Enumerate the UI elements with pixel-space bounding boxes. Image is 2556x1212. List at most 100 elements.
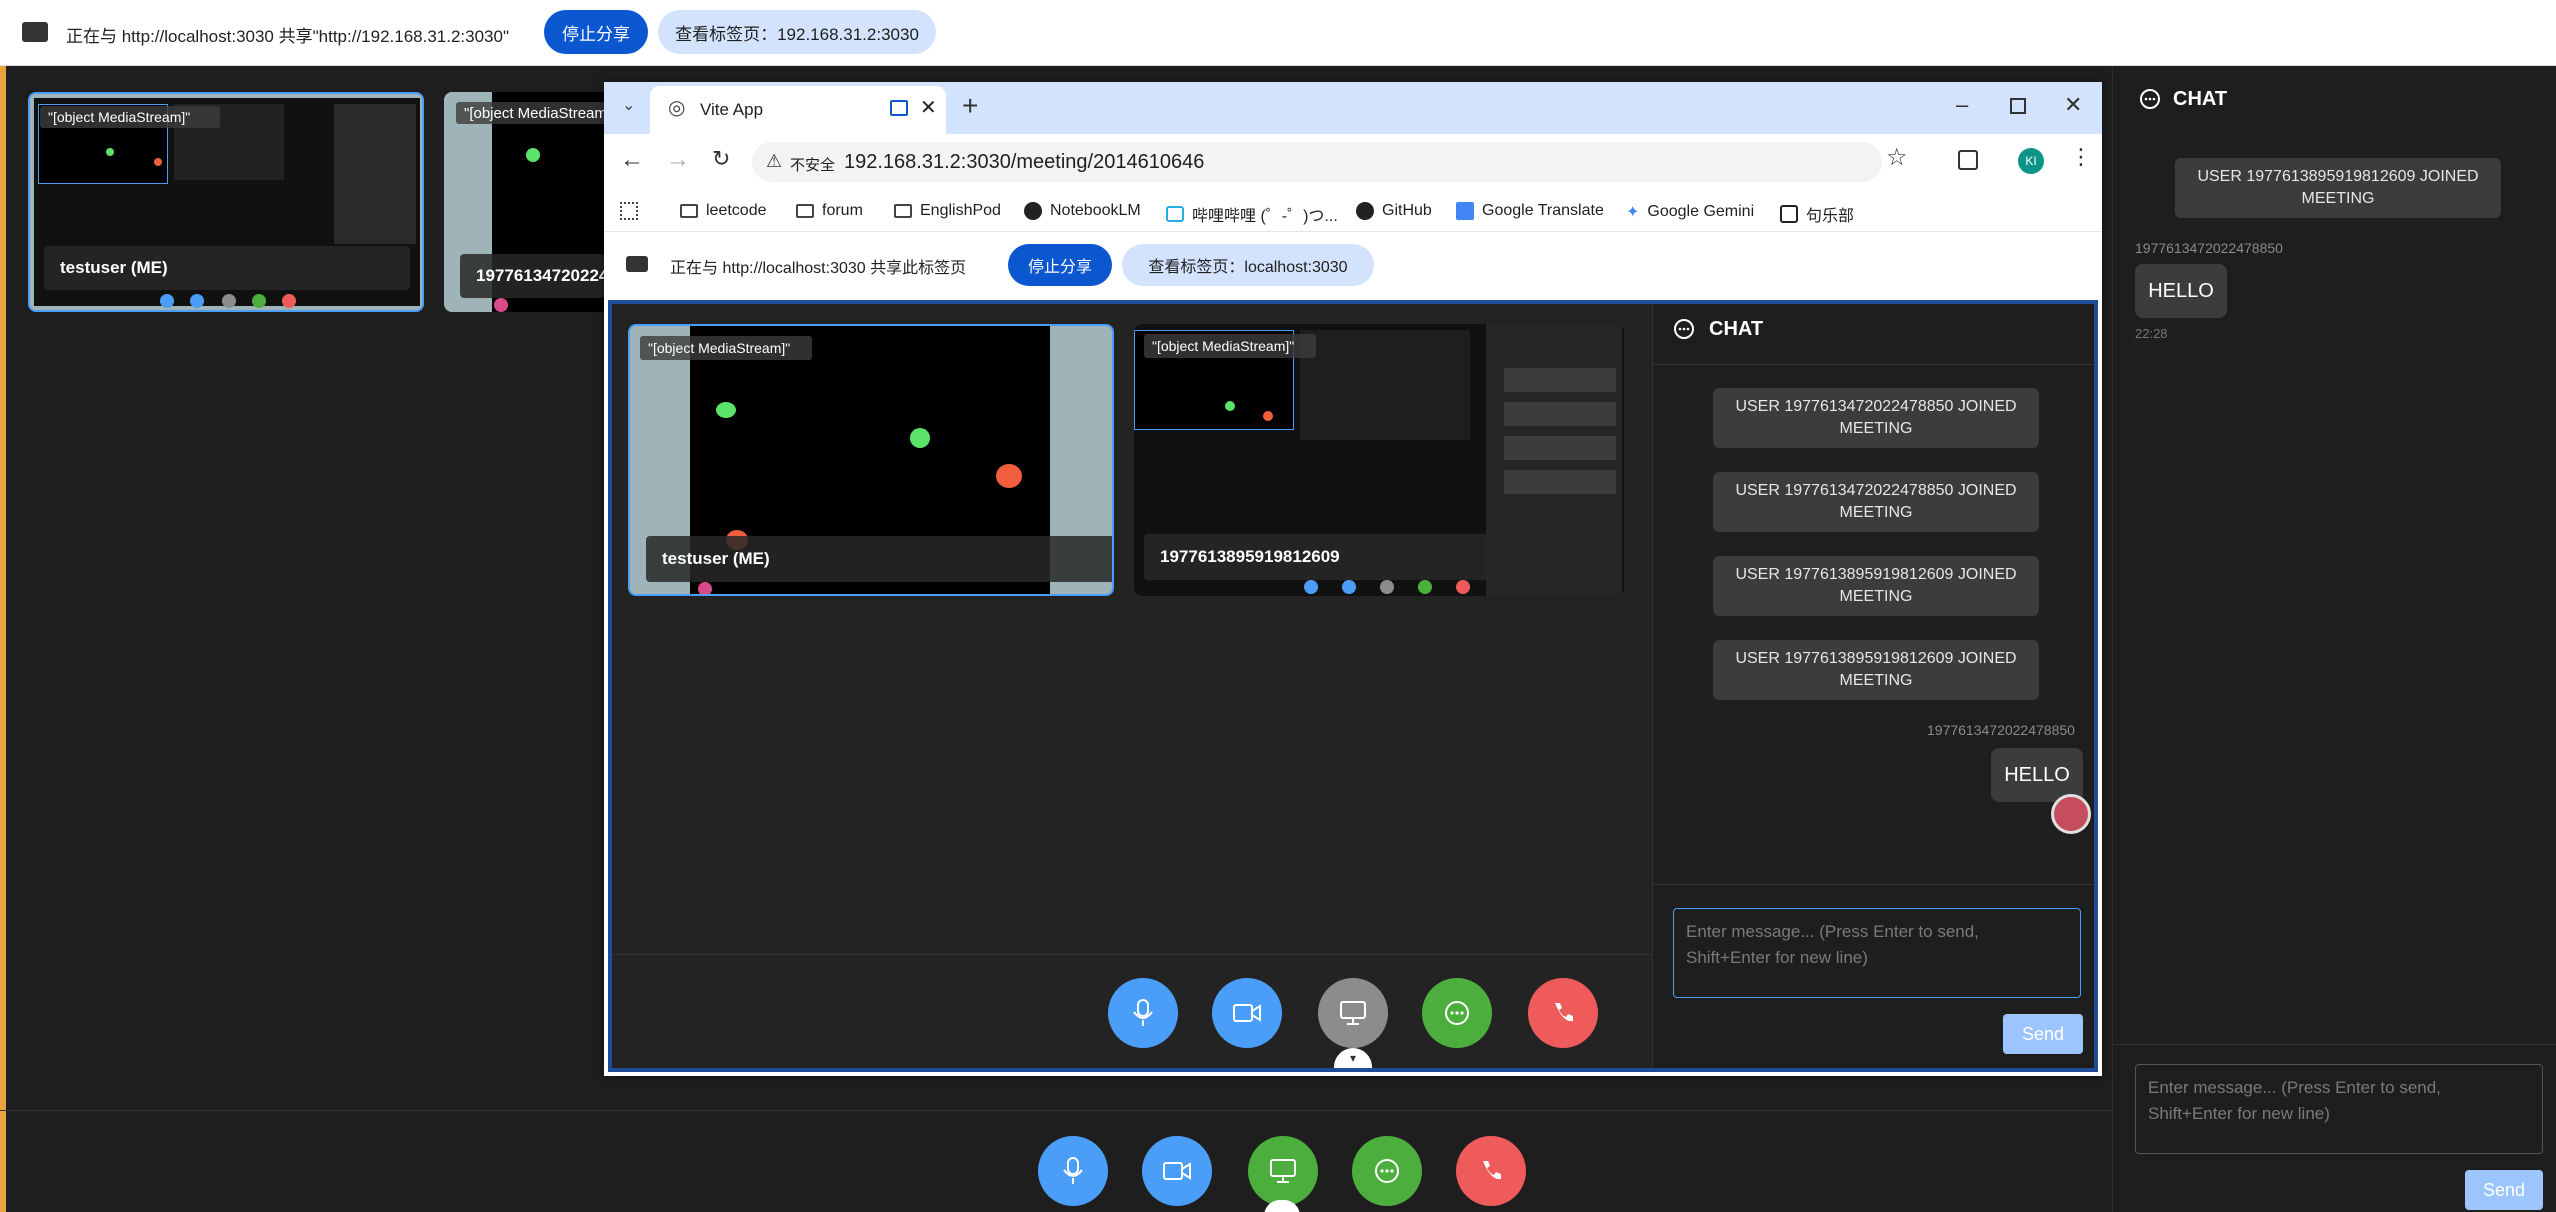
screen-share-button[interactable] bbox=[1318, 978, 1388, 1048]
browser-window: ⌄ ◎ Vite App ✕ + – ✕ ← → ↻ ☆ KI ⋮ ⚠ 不安全 … bbox=[604, 82, 2102, 1076]
media-stream-label: "[object MediaStream]" bbox=[1144, 334, 1316, 358]
microphone-icon bbox=[1133, 999, 1153, 1026]
chat-message-input[interactable]: Enter message... (Press Enter to send, S… bbox=[2135, 1064, 2543, 1154]
chat-icon bbox=[2140, 89, 2160, 109]
system-message: USER 1977613472022478850 JOINED MEETING bbox=[1713, 472, 2039, 532]
chat-title: CHAT bbox=[1709, 318, 1764, 340]
system-message: USER 1977613895919812609 JOINED MEETING bbox=[2175, 158, 2501, 218]
message-sender: 1977613472022478850 bbox=[2135, 240, 2283, 256]
close-tab-icon[interactable]: ✕ bbox=[920, 98, 937, 118]
github-icon bbox=[1356, 202, 1374, 220]
folder-icon bbox=[796, 204, 814, 218]
bookmark-bilibili[interactable]: 哔哩哔哩 (゜-゜)つ... bbox=[1166, 202, 1338, 226]
chat-icon bbox=[1674, 319, 1694, 339]
tab-title: Vite App bbox=[700, 100, 764, 119]
bookmark-github[interactable]: GitHub bbox=[1356, 202, 1432, 220]
bookmark-englishpod[interactable]: EnglishPod bbox=[894, 202, 1001, 220]
video-tile-remote[interactable]: "[object MediaStream]" 19776138959198126… bbox=[1134, 324, 1624, 596]
monitor-icon bbox=[1340, 1001, 1366, 1025]
stop-sharing-button[interactable]: 停止分享 bbox=[544, 10, 648, 54]
maximize-icon[interactable] bbox=[2010, 98, 2026, 114]
bookmark-google-gemini[interactable]: ✦ Google Gemini bbox=[1626, 202, 1754, 222]
media-stream-label: "[object MediaStream]" bbox=[40, 106, 220, 128]
notebooklm-icon bbox=[1024, 202, 1042, 220]
meeting-page: "[object MediaStream]" testuser (ME) "[o… bbox=[608, 300, 2098, 1072]
message-time: 22:28 bbox=[2135, 326, 2168, 341]
folder-icon bbox=[894, 204, 912, 218]
warning-icon: ⚠ bbox=[766, 151, 783, 171]
send-button[interactable]: Send bbox=[2003, 1014, 2083, 1054]
minimize-icon[interactable]: – bbox=[1956, 94, 1968, 116]
screen-share-bar: 正在与 http://localhost:3030 共享"http://192.… bbox=[0, 0, 2556, 66]
share-status-text: 正在与 http://localhost:3030 共享"http://192.… bbox=[66, 27, 510, 46]
bookmark-leetcode[interactable]: leetcode bbox=[680, 202, 767, 220]
media-stream-label: "[object MediaStream]" bbox=[640, 336, 812, 360]
menu-icon[interactable]: ⋮ bbox=[2070, 146, 2092, 168]
screen-share-button[interactable] bbox=[1248, 1136, 1318, 1206]
sharing-indicator-icon bbox=[890, 100, 908, 116]
reload-icon[interactable]: ↻ bbox=[712, 148, 730, 170]
participant-name-label: testuser (ME) bbox=[646, 536, 1112, 582]
chat-button[interactable] bbox=[1352, 1136, 1422, 1206]
bookmark-forum[interactable]: forum bbox=[796, 202, 863, 220]
address-bar[interactable]: ⚠ 不安全 192.168.31.2:3030/meeting/20146106… bbox=[752, 142, 1882, 182]
video-tile-self[interactable]: "[object MediaStream]" testuser (ME) bbox=[28, 92, 424, 312]
share-screen-icon bbox=[626, 256, 648, 272]
view-tab-button[interactable]: 查看标签页：192.168.31.2:3030 bbox=[658, 10, 936, 54]
mic-button[interactable] bbox=[1038, 1136, 1108, 1206]
monitor-icon bbox=[1270, 1159, 1296, 1183]
chat-button[interactable] bbox=[1422, 978, 1492, 1048]
phone-icon bbox=[1483, 1161, 1501, 1180]
message-sender: 1977613472022478850 bbox=[1927, 722, 2075, 738]
close-window-icon[interactable]: ✕ bbox=[2064, 94, 2082, 116]
bilibili-icon bbox=[1166, 206, 1184, 222]
view-tab-button[interactable]: 查看标签页：localhost:3030 bbox=[1122, 244, 1374, 286]
bookmark-google-translate[interactable]: Google Translate bbox=[1456, 202, 1604, 220]
translate-float-icon[interactable] bbox=[2051, 794, 2091, 834]
browser-tab[interactable]: ◎ Vite App ✕ bbox=[650, 86, 946, 134]
forward-icon[interactable]: → bbox=[666, 148, 690, 172]
extensions-icon[interactable] bbox=[1958, 150, 1978, 170]
profile-avatar[interactable]: KI bbox=[2018, 148, 2044, 174]
chat-bubble-icon bbox=[1375, 1159, 1399, 1183]
system-message: USER 1977613895919812609 JOINED MEETING bbox=[1713, 640, 2039, 700]
globe-icon: ◎ bbox=[668, 97, 686, 119]
microphone-icon bbox=[1063, 1157, 1083, 1184]
system-message: USER 1977613472022478850 JOINED MEETING bbox=[1713, 388, 2039, 448]
chat-bubble-icon bbox=[1445, 1001, 1469, 1025]
share-status-text: 正在与 http://localhost:3030 共享此标签页 bbox=[670, 260, 967, 277]
bookmark-notebooklm[interactable]: NotebookLM bbox=[1024, 202, 1141, 220]
folder-icon bbox=[680, 204, 698, 218]
new-tab-icon[interactable]: + bbox=[962, 92, 978, 120]
expand-handle[interactable]: ▾ bbox=[1334, 1048, 1372, 1068]
share-screen-icon bbox=[22, 22, 48, 42]
back-icon[interactable]: ← bbox=[620, 148, 644, 172]
bookmark-jule[interactable]: 句乐部 bbox=[1780, 202, 1854, 226]
camera-button[interactable] bbox=[1212, 978, 1282, 1048]
site-icon bbox=[1780, 205, 1798, 223]
tab-strip: ⌄ ◎ Vite App ✕ + – ✕ bbox=[604, 82, 2102, 134]
phone-icon bbox=[1555, 1003, 1573, 1022]
stop-sharing-button[interactable]: 停止分享 bbox=[1008, 244, 1112, 286]
chat-title: CHAT bbox=[2173, 88, 2228, 110]
bookmark-star-icon[interactable]: ☆ bbox=[1886, 146, 1908, 170]
camera-button[interactable] bbox=[1142, 1136, 1212, 1206]
translate-icon bbox=[1456, 202, 1474, 220]
video-tile-self[interactable]: "[object MediaStream]" testuser (ME) bbox=[628, 324, 1114, 596]
system-message: USER 1977613895919812609 JOINED MEETING bbox=[1713, 556, 2039, 616]
video-camera-icon bbox=[1163, 1162, 1191, 1180]
tab-search-icon[interactable]: ⌄ bbox=[622, 98, 635, 114]
apps-icon[interactable] bbox=[620, 202, 638, 220]
participant-name-label: testuser (ME) bbox=[44, 246, 410, 290]
url-text: 192.168.31.2:3030/meeting/2014610646 bbox=[844, 151, 1205, 173]
bookmarks-bar: leetcode forum EnglishPod NotebookLM 哔哩哔… bbox=[604, 190, 2102, 232]
video-camera-icon bbox=[1233, 1004, 1261, 1022]
mic-button[interactable] bbox=[1108, 978, 1178, 1048]
send-button[interactable]: Send bbox=[2465, 1170, 2543, 1210]
not-secure-label: 不安全 bbox=[790, 157, 836, 174]
hangup-button[interactable] bbox=[1456, 1136, 1526, 1206]
chat-message-input[interactable]: Enter message... (Press Enter to send, S… bbox=[1673, 908, 2081, 998]
gemini-icon: ✦ bbox=[1626, 204, 1640, 221]
chat-panel: CHAT USER 1977613472022478850 JOINED MEE… bbox=[1652, 304, 2095, 1068]
hangup-button[interactable] bbox=[1528, 978, 1598, 1048]
